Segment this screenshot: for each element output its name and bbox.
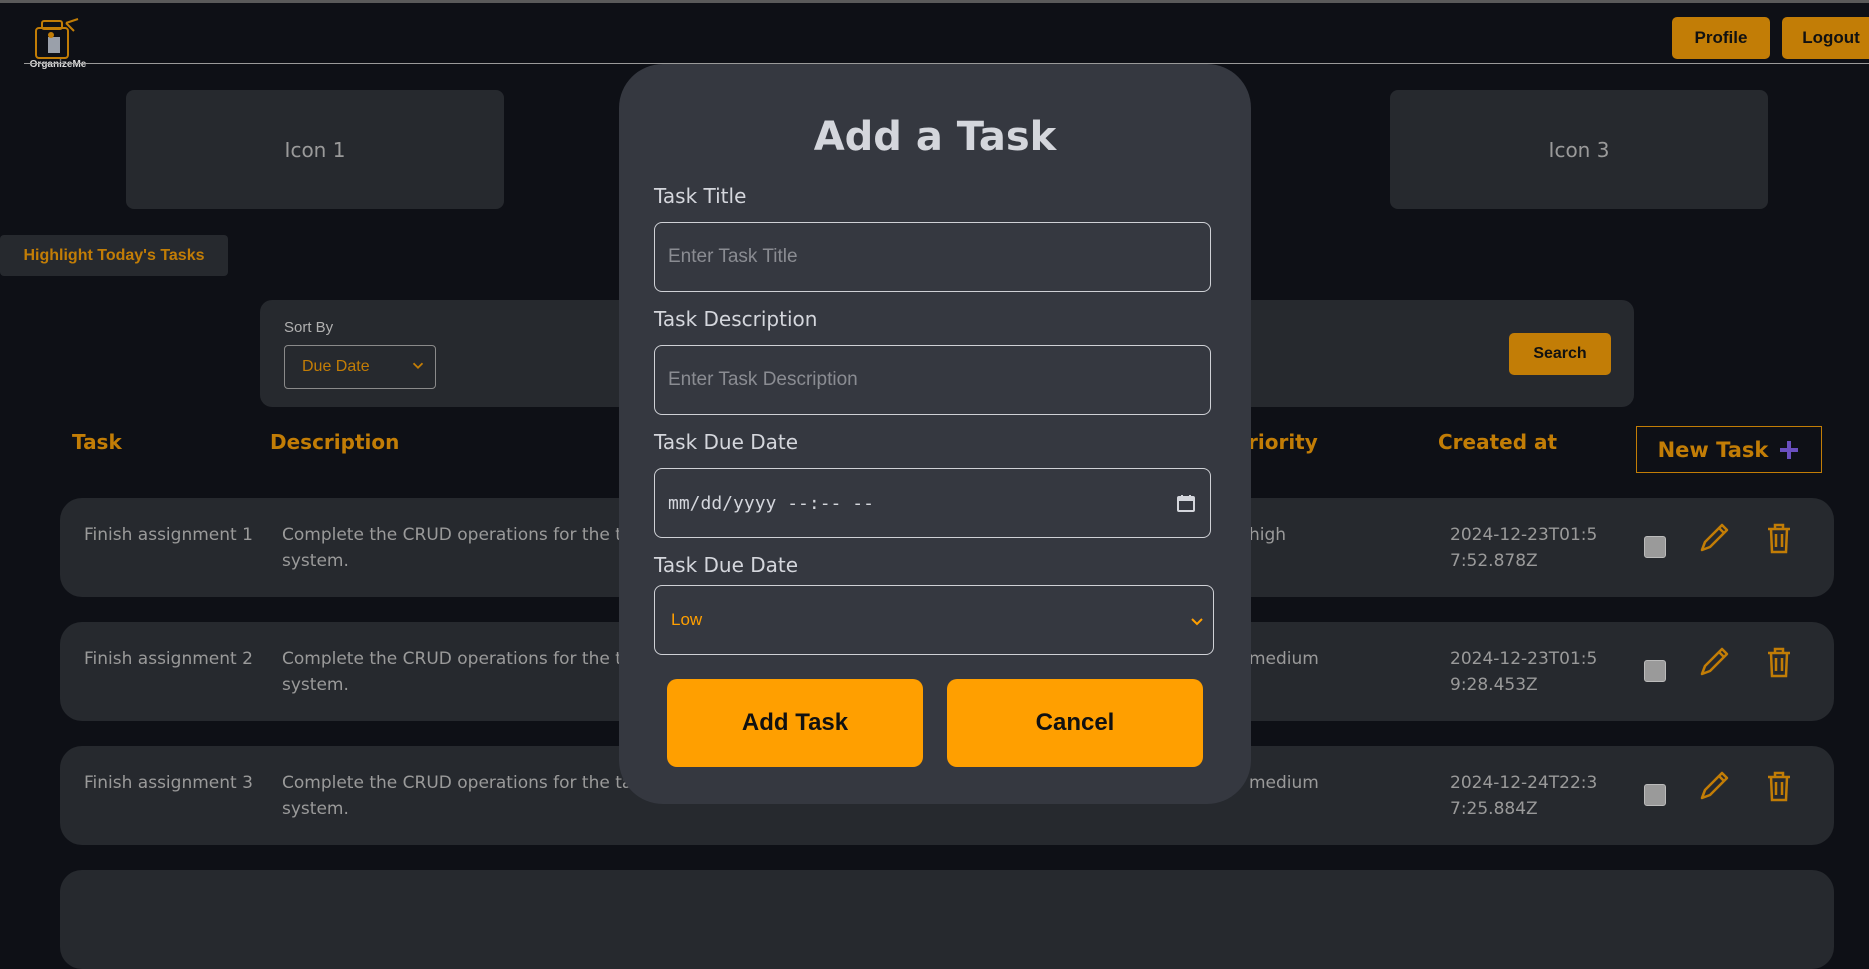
- task-created: 2024-12-23T01:59:28.453Z: [1450, 649, 1598, 695]
- calendar-icon[interactable]: [1176, 493, 1196, 513]
- task-checkbox[interactable]: [1644, 536, 1666, 558]
- sort-select[interactable]: Due Date: [284, 345, 436, 389]
- new-task-label: New Task: [1657, 437, 1769, 462]
- task-checkbox[interactable]: [1644, 784, 1666, 806]
- cancel-button[interactable]: Cancel: [947, 679, 1203, 767]
- task-due-date-label: Task Due Date: [654, 430, 799, 454]
- task-priority: medium: [1249, 773, 1319, 793]
- logout-button[interactable]: Logout: [1782, 17, 1869, 59]
- add-task-modal: Add a Task Task Title Task Description T…: [619, 64, 1251, 804]
- search-button[interactable]: Search: [1509, 333, 1611, 375]
- due-date-value: mm/dd/yyyy --:-- --: [668, 492, 874, 514]
- table-row[interactable]: [60, 870, 1834, 969]
- icon-card-3[interactable]: Icon 3: [1390, 90, 1768, 209]
- trash-icon[interactable]: [1761, 768, 1797, 804]
- task-created: 2024-12-24T22:37:25.884Z: [1450, 773, 1598, 819]
- plus-icon: [1780, 440, 1799, 459]
- modal-title: Add a Task: [813, 114, 1057, 160]
- new-task-button[interactable]: New Task: [1636, 426, 1822, 473]
- task-description: Complete the CRUD operations for the ta s…: [282, 649, 633, 695]
- task-title-input[interactable]: [654, 222, 1211, 292]
- chevron-down-icon: [412, 362, 424, 369]
- chevron-down-icon: [1191, 618, 1203, 626]
- header-priority: riority: [1248, 430, 1318, 454]
- task-description: Complete the CRUD operations for the ta s…: [282, 773, 633, 819]
- header-created: Created at: [1438, 430, 1558, 454]
- logo-icon: [35, 18, 79, 59]
- logo-text: OrganizeMe: [29, 59, 87, 70]
- task-due-date-input[interactable]: mm/dd/yyyy --:-- --: [654, 468, 1211, 538]
- header-description: Description: [270, 430, 400, 454]
- trash-icon[interactable]: [1761, 520, 1797, 556]
- task-created: 2024-12-23T01:57:52.878Z: [1450, 525, 1598, 571]
- app-logo[interactable]: OrganizeMe: [22, 17, 94, 73]
- task-priority-select[interactable]: Low: [654, 585, 1214, 655]
- task-priority: medium: [1249, 649, 1319, 669]
- task-priority-label: Task Due Date: [654, 553, 799, 577]
- task-description-label: Task Description: [654, 307, 818, 331]
- task-checkbox[interactable]: [1644, 660, 1666, 682]
- task-title-label: Task Title: [654, 184, 747, 208]
- task-description: Complete the CRUD operations for the ta s…: [282, 525, 633, 571]
- trash-icon[interactable]: [1761, 644, 1797, 680]
- icon-card-1[interactable]: Icon 1: [126, 90, 504, 209]
- pencil-icon[interactable]: [1696, 644, 1732, 680]
- task-title: Finish assignment 3: [84, 773, 253, 793]
- pencil-icon[interactable]: [1696, 520, 1732, 556]
- add-task-button[interactable]: Add Task: [667, 679, 923, 767]
- navbar: OrganizeMe Profile Logout: [0, 3, 1869, 70]
- highlight-today-button[interactable]: Highlight Today's Tasks: [0, 235, 228, 276]
- sort-label: Sort By: [284, 319, 334, 336]
- priority-select-value: Low: [671, 610, 703, 629]
- task-title: Finish assignment 1: [84, 525, 253, 545]
- sort-select-value: Due Date: [302, 358, 370, 375]
- pencil-icon[interactable]: [1696, 768, 1732, 804]
- task-title: Finish assignment 2: [84, 649, 253, 669]
- profile-button[interactable]: Profile: [1672, 17, 1770, 59]
- task-description-input[interactable]: [654, 345, 1211, 415]
- task-priority: high: [1249, 525, 1287, 545]
- header-task: Task: [72, 430, 122, 454]
